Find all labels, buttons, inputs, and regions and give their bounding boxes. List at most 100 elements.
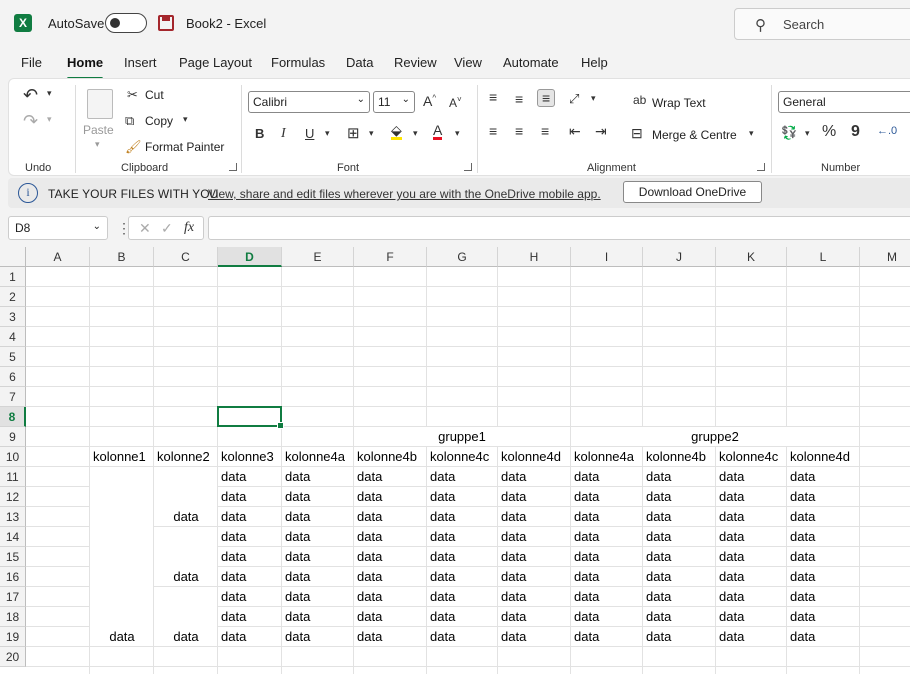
tab-home[interactable]: Home (67, 55, 104, 80)
align-bottom-icon[interactable]: ≡ (537, 89, 556, 107)
data-cell[interactable]: data (498, 607, 526, 627)
font-launcher-icon[interactable] (464, 163, 472, 171)
fill-color-dropdown-icon[interactable]: ▾ (413, 128, 418, 139)
decrease-font-icon[interactable]: A˅ (449, 95, 462, 110)
accounting-dropdown-icon[interactable]: ▾ (805, 128, 810, 139)
merge-icon[interactable]: ⊟ (631, 125, 643, 142)
wrap-text-button[interactable]: Wrap Text (652, 96, 706, 110)
selected-cell-d8[interactable] (217, 406, 284, 429)
data-cell[interactable]: data (354, 607, 382, 627)
data-cell[interactable]: data (282, 567, 310, 587)
column-header-h[interactable]: H (498, 247, 571, 267)
column-header-f[interactable]: F (354, 247, 427, 267)
data-cell[interactable]: data (716, 487, 744, 507)
merge-dropdown-icon[interactable]: ▾ (749, 128, 754, 139)
data-cell[interactable]: data (643, 567, 671, 587)
data-cell[interactable]: data (218, 527, 246, 547)
data-cell[interactable]: data (354, 507, 382, 527)
cut-button[interactable]: Cut (145, 88, 164, 102)
data-cell[interactable]: data (716, 507, 744, 527)
align-left-icon[interactable]: ≡ (489, 123, 497, 139)
copy-icon[interactable]: ⧉ (125, 113, 134, 129)
data-cell[interactable]: data (427, 587, 455, 607)
header-cell[interactable]: kolonne1 (90, 447, 146, 467)
row-header-16[interactable]: 16 (0, 567, 26, 587)
column-header-g[interactable]: G (427, 247, 498, 267)
data-cell[interactable]: data (427, 487, 455, 507)
header-cell[interactable]: kolonne4a (282, 447, 345, 467)
data-cell[interactable]: data (354, 547, 382, 567)
italic-button[interactable]: I (281, 126, 286, 142)
merged-cell-b11-b19[interactable] (90, 467, 153, 646)
data-cell[interactable]: data (282, 527, 310, 547)
header-cell[interactable]: kolonne4b (354, 447, 417, 467)
data-cell[interactable]: data (282, 547, 310, 567)
insert-function-icon[interactable]: fx (184, 220, 194, 236)
data-cell[interactable]: data (427, 467, 455, 487)
accounting-icon[interactable]: 💱 (781, 125, 797, 141)
row-header-1[interactable]: 1 (0, 267, 26, 287)
column-header-b[interactable]: B (90, 247, 154, 267)
cut-icon[interactable]: ✂ (127, 87, 138, 103)
orientation-icon[interactable]: ⤢ (569, 91, 579, 107)
data-cell[interactable]: data (571, 527, 599, 547)
data-cell[interactable]: data (218, 507, 246, 527)
column-header-a[interactable]: A (26, 247, 90, 267)
bold-button[interactable]: B (255, 126, 264, 141)
merged-c-value[interactable]: data (154, 567, 218, 587)
data-cell[interactable]: data (427, 507, 455, 527)
row-header-14[interactable]: 14 (0, 527, 26, 547)
column-header-l[interactable]: L (787, 247, 860, 267)
data-cell[interactable]: data (427, 607, 455, 627)
data-cell[interactable]: data (218, 467, 246, 487)
tab-formulas[interactable]: Formulas (271, 55, 325, 70)
clipboard-launcher-icon[interactable] (229, 163, 237, 171)
select-all-corner[interactable] (0, 247, 26, 267)
data-cell[interactable]: data (354, 627, 382, 647)
data-cell[interactable]: data (427, 627, 455, 647)
row-header-10[interactable]: 10 (0, 447, 26, 467)
format-painter-icon[interactable]: 🖌 (125, 139, 142, 155)
data-cell[interactable]: data (571, 627, 599, 647)
data-cell[interactable]: data (716, 587, 744, 607)
data-cell[interactable]: data (643, 607, 671, 627)
undo-dropdown-icon[interactable]: ▾ (47, 88, 52, 99)
align-right-icon[interactable]: ≡ (541, 123, 549, 139)
column-header-d[interactable]: D (218, 247, 282, 267)
data-cell[interactable]: data (498, 487, 526, 507)
percent-button[interactable]: % (822, 123, 836, 141)
row-header-8[interactable]: 8 (0, 407, 26, 427)
font-size-select[interactable]: 11 ⌄ (373, 91, 415, 113)
data-cell[interactable]: data (716, 467, 744, 487)
data-cell[interactable]: data (571, 487, 599, 507)
data-cell[interactable]: data (643, 587, 671, 607)
data-cell[interactable]: data (282, 507, 310, 527)
data-cell[interactable]: data (498, 587, 526, 607)
row-header-20[interactable]: 20 (0, 647, 26, 667)
merged-b-value[interactable]: data (90, 627, 154, 647)
underline-dropdown-icon[interactable]: ▾ (325, 128, 330, 139)
data-cell[interactable]: data (282, 487, 310, 507)
format-painter-button[interactable]: Format Painter (145, 140, 224, 154)
row-header-4[interactable]: 4 (0, 327, 26, 347)
search-box[interactable]: ⚲ Search (734, 8, 910, 40)
data-cell[interactable]: data (427, 527, 455, 547)
data-cell[interactable]: data (787, 527, 815, 547)
download-onedrive-button[interactable]: Download OneDrive (623, 181, 762, 203)
data-cell[interactable]: data (498, 567, 526, 587)
info-link[interactable]: View, share and edit files wherever you … (208, 187, 601, 201)
data-cell[interactable]: data (498, 507, 526, 527)
font-color-dropdown-icon[interactable]: ▾ (455, 128, 460, 139)
alignment-launcher-icon[interactable] (757, 163, 765, 171)
data-cell[interactable]: data (716, 567, 744, 587)
align-top-icon[interactable]: ≡ (489, 89, 497, 105)
data-cell[interactable]: data (716, 607, 744, 627)
group-header-gruppe2[interactable]: gruppe2 (571, 427, 859, 447)
row-header-3[interactable]: 3 (0, 307, 26, 327)
data-cell[interactable]: data (787, 627, 815, 647)
data-cell[interactable]: data (354, 567, 382, 587)
number-format-select[interactable]: General (778, 91, 910, 113)
row-header-19[interactable]: 19 (0, 627, 26, 647)
tab-page-layout[interactable]: Page Layout (179, 55, 252, 70)
data-cell[interactable]: data (498, 527, 526, 547)
